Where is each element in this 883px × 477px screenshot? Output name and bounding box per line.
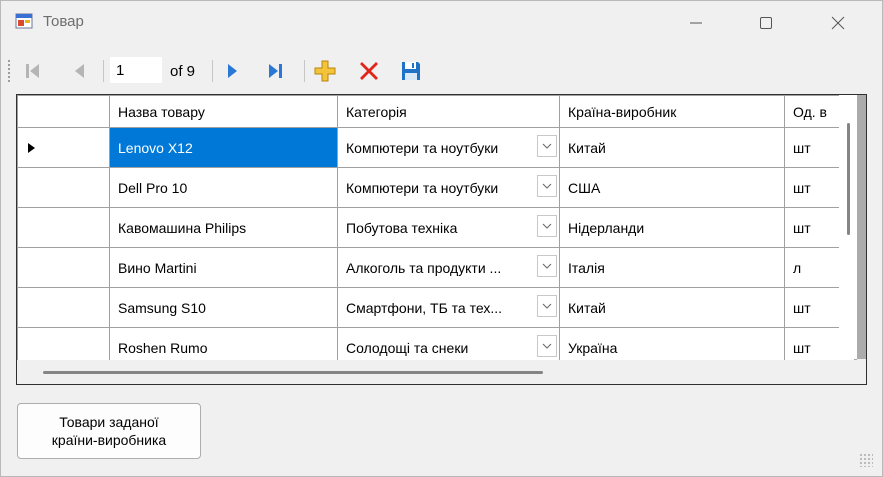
table-row: Lenovo X12 Компютери та ноутбуки Китай ш… — [17, 127, 855, 168]
chevron-down-icon — [542, 143, 552, 149]
binding-navigator: of 9 — [1, 51, 882, 89]
category-dropdown-button[interactable] — [537, 335, 557, 357]
position-input[interactable] — [110, 57, 162, 83]
add-new-button[interactable] — [313, 58, 337, 84]
row-header-corner[interactable] — [17, 95, 110, 128]
minimize-button[interactable] — [673, 1, 719, 45]
cell-category[interactable]: Компютери та ноутбуки — [337, 167, 560, 208]
move-next-button[interactable] — [221, 58, 245, 84]
maximize-button[interactable] — [743, 1, 789, 45]
form-icon — [15, 13, 33, 29]
table-row: Samsung S10 Смартфони, ТБ та тех... Кита… — [17, 287, 855, 328]
window-title: Товар — [43, 13, 84, 30]
table-row: Кавомашина Philips Побутова техніка Ніде… — [17, 207, 855, 248]
row-header[interactable] — [17, 167, 110, 208]
chevron-down-icon — [542, 343, 552, 349]
toolbar-separator — [103, 60, 104, 82]
cell-category[interactable]: Компютери та ноутбуки — [337, 127, 560, 168]
column-header-country[interactable]: Країна-виробник — [559, 95, 785, 128]
horizontal-scrollbar[interactable] — [17, 360, 857, 384]
move-first-icon — [26, 64, 39, 78]
window: Товар of 9 — [0, 0, 883, 477]
move-previous-button[interactable] — [67, 58, 91, 84]
column-header-category[interactable]: Категорія — [337, 95, 560, 128]
cell-country[interactable]: Китай — [559, 287, 785, 328]
header-row: Назва товару Категорія Країна-виробник О… — [17, 95, 855, 128]
chevron-down-icon — [542, 183, 552, 189]
title-bar[interactable]: Товар — [1, 1, 882, 45]
row-header[interactable] — [17, 287, 110, 328]
size-grip[interactable] — [859, 453, 873, 467]
add-new-icon — [314, 60, 336, 82]
cell-category[interactable]: Побутова техніка — [337, 207, 560, 248]
row-header[interactable] — [17, 207, 110, 248]
row-header[interactable] — [17, 247, 110, 288]
cell-name[interactable]: Lenovo X12 — [109, 127, 338, 168]
current-row-icon — [28, 142, 35, 153]
move-last-icon — [269, 64, 282, 78]
cell-country[interactable]: Нідерланди — [559, 207, 785, 248]
horizontal-scroll-thumb[interactable] — [43, 371, 543, 374]
minimize-icon — [690, 22, 702, 24]
products-table: Назва товару Категорія Країна-виробник О… — [17, 95, 855, 368]
cell-country[interactable]: Італія — [559, 247, 785, 288]
delete-button[interactable] — [357, 58, 381, 84]
products-grid[interactable]: Назва товару Категорія Країна-виробник О… — [16, 94, 867, 385]
table-row: Вино Martini Алкоголь та продукти ... Іт… — [17, 247, 855, 288]
delete-icon — [360, 62, 378, 80]
move-previous-icon — [75, 64, 84, 78]
move-last-button[interactable] — [263, 58, 287, 84]
category-dropdown-button[interactable] — [537, 175, 557, 197]
category-value: Смартфони, ТБ та тех... — [346, 299, 503, 316]
close-icon — [831, 16, 845, 30]
cell-category[interactable]: Смартфони, ТБ та тех... — [337, 287, 560, 328]
category-value: Побутова техніка — [346, 219, 458, 236]
row-header[interactable] — [17, 127, 110, 168]
vertical-scroll-thumb[interactable] — [847, 123, 850, 235]
save-button[interactable] — [399, 58, 423, 84]
scrollbar-corner — [857, 359, 866, 384]
column-header-name[interactable]: Назва товару — [109, 95, 338, 128]
toolbar-separator — [212, 60, 213, 82]
chevron-down-icon — [542, 263, 552, 269]
toolbar-separator — [304, 60, 305, 82]
cell-country[interactable]: Китай — [559, 127, 785, 168]
toolbar-grip[interactable] — [7, 59, 11, 83]
save-icon — [402, 62, 420, 80]
move-first-button[interactable] — [21, 58, 45, 84]
category-value: Солодощі та снеки — [346, 339, 469, 356]
category-dropdown-button[interactable] — [537, 215, 557, 237]
filter-by-country-button[interactable]: Товари заданої країни-виробника — [17, 403, 201, 459]
vertical-scrollbar[interactable] — [839, 95, 857, 359]
category-value: Алкоголь та продукти ... — [346, 259, 502, 276]
table-row: Dell Pro 10 Компютери та ноутбуки США шт — [17, 167, 855, 208]
maximize-icon — [760, 17, 772, 29]
close-button[interactable] — [815, 1, 861, 45]
cell-name[interactable]: Кавомашина Philips — [109, 207, 338, 248]
category-dropdown-button[interactable] — [537, 295, 557, 317]
chevron-down-icon — [542, 303, 552, 309]
cell-country[interactable]: США — [559, 167, 785, 208]
cell-name[interactable]: Вино Martini — [109, 247, 338, 288]
move-next-icon — [228, 64, 237, 78]
cell-name[interactable]: Dell Pro 10 — [109, 167, 338, 208]
category-value: Компютери та ноутбуки — [346, 139, 499, 156]
chevron-down-icon — [542, 223, 552, 229]
count-label: of 9 — [170, 63, 196, 80]
category-dropdown-button[interactable] — [537, 255, 557, 277]
cell-name[interactable]: Samsung S10 — [109, 287, 338, 328]
category-dropdown-button[interactable] — [537, 135, 557, 157]
cell-category[interactable]: Алкоголь та продукти ... — [337, 247, 560, 288]
category-value: Компютери та ноутбуки — [346, 179, 499, 196]
